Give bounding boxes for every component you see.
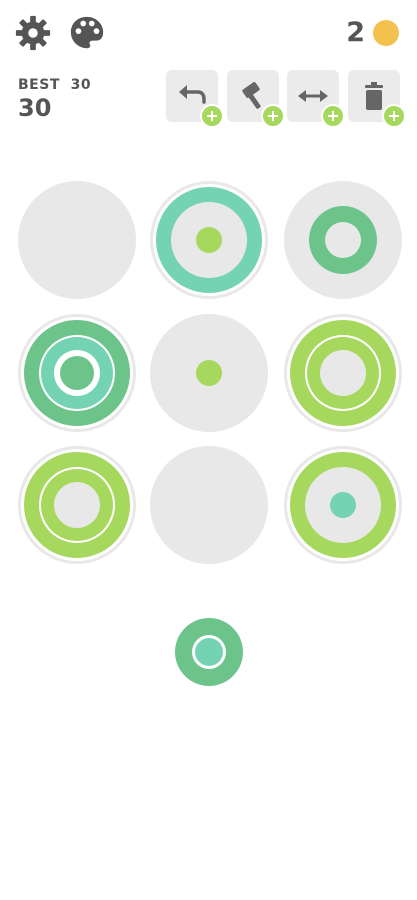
small-dot <box>60 356 94 390</box>
ring-hole <box>325 222 361 258</box>
swap-button[interactable] <box>287 70 345 128</box>
board-cell[interactable] <box>150 446 268 564</box>
palette-icon[interactable] <box>68 14 106 52</box>
current-score: 30 <box>18 94 52 122</box>
coin-icon <box>373 20 399 46</box>
small-dot <box>330 492 356 518</box>
plus-icon <box>382 104 406 128</box>
board-cell[interactable] <box>284 181 402 299</box>
best-label: BEST <box>18 77 60 93</box>
board-cell[interactable] <box>150 314 268 432</box>
trash-button[interactable] <box>348 70 406 128</box>
board-cell[interactable] <box>150 181 268 299</box>
hammer-button[interactable] <box>227 70 285 128</box>
next-piece[interactable] <box>175 618 243 686</box>
small-dot <box>196 360 222 386</box>
ring-hole <box>54 482 100 528</box>
best-value: 30 <box>70 77 92 93</box>
plus-icon <box>321 104 345 128</box>
board-cell[interactable] <box>18 181 136 299</box>
gear-icon[interactable] <box>14 14 52 52</box>
undo-button[interactable] <box>166 70 224 128</box>
coin-count: 2 <box>346 17 365 48</box>
plus-icon <box>200 104 224 128</box>
board-cell[interactable] <box>284 446 402 564</box>
ring-hole <box>320 350 366 396</box>
board-cell[interactable] <box>18 446 136 564</box>
plus-icon <box>261 104 285 128</box>
board-cell[interactable] <box>284 314 402 432</box>
board-cell[interactable] <box>18 314 136 432</box>
best-score: BEST 30 <box>18 77 91 93</box>
small-dot <box>195 638 223 666</box>
small-dot <box>196 227 222 253</box>
